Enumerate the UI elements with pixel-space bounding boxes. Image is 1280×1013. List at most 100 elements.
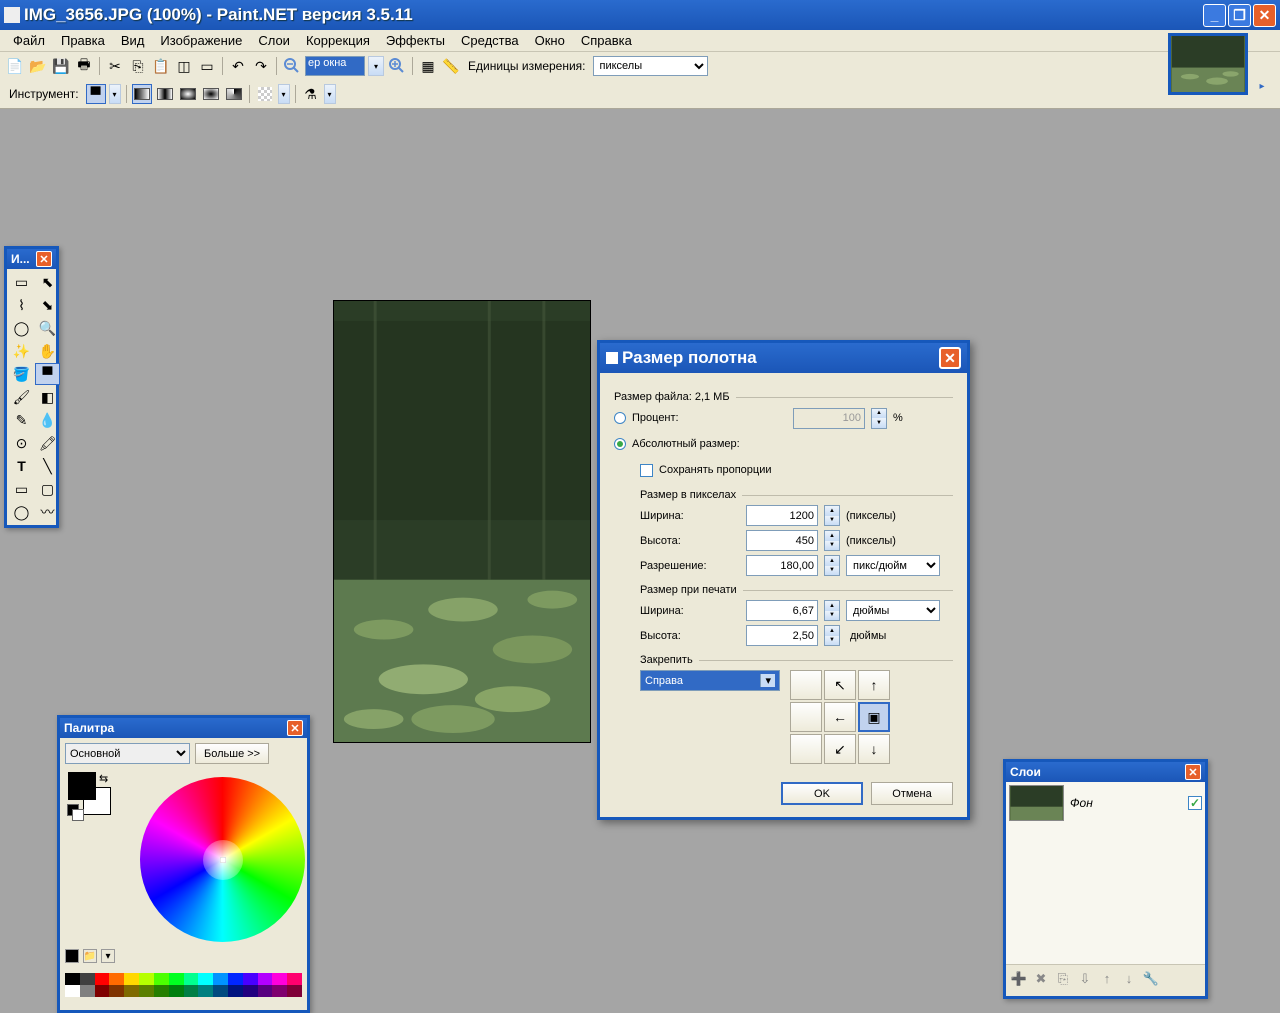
anchor-c[interactable]: ←	[824, 702, 856, 732]
preview-thumbnail[interactable]	[1168, 33, 1248, 95]
height-print-input[interactable]	[746, 625, 818, 646]
add-layer-icon[interactable]: ➕	[1010, 970, 1028, 988]
gradient-radial-icon[interactable]	[201, 84, 221, 104]
palette-color[interactable]	[124, 985, 139, 997]
copy-icon[interactable]: ⎘	[128, 56, 148, 76]
height-px-spinner[interactable]: ▲▼	[824, 530, 840, 551]
tool-gradient[interactable]: ▀	[35, 363, 60, 385]
zoom-combo[interactable]: ер окна	[305, 56, 365, 76]
menu-help[interactable]: Справка	[573, 31, 640, 50]
layer-visible-checkbox[interactable]: ✓	[1188, 796, 1202, 810]
layer-row[interactable]: Фон ✓	[1006, 782, 1205, 824]
tool-move-selected[interactable]: ⬉	[35, 271, 60, 293]
width-px-spinner[interactable]: ▲▼	[824, 505, 840, 526]
anchor-s[interactable]: ↙	[824, 734, 856, 764]
anchor-sw[interactable]	[790, 734, 822, 764]
tool-eraser[interactable]: ◧	[35, 386, 60, 408]
zoom-in-icon[interactable]	[387, 56, 407, 76]
window-maximize-button[interactable]: ❐	[1228, 4, 1251, 27]
palette-color[interactable]	[213, 973, 228, 985]
add-palette-color-icon[interactable]	[65, 949, 79, 963]
palette-color[interactable]	[65, 985, 80, 997]
palette-color[interactable]	[95, 985, 110, 997]
zoom-out-icon[interactable]	[282, 56, 302, 76]
percent-radio[interactable]	[614, 412, 626, 424]
palette-color[interactable]	[80, 973, 95, 985]
print-icon[interactable]: 🖶	[74, 56, 94, 76]
anchor-nw[interactable]	[790, 670, 822, 700]
tool-paint-bucket[interactable]: 🪣	[9, 363, 34, 385]
window-minimize-button[interactable]: _	[1203, 4, 1226, 27]
gradient-alpha-dropdown[interactable]: ▾	[278, 84, 290, 104]
manage-palette-icon[interactable]: 📁	[83, 949, 97, 963]
resolution-unit-select[interactable]: пикс/дюйм	[846, 555, 940, 576]
palette-color[interactable]	[258, 973, 273, 985]
width-print-unit-select[interactable]: дюймы	[846, 600, 940, 621]
anchor-n[interactable]: ↖	[824, 670, 856, 700]
palette-color[interactable]	[272, 973, 287, 985]
crop-icon[interactable]: ◫	[174, 56, 194, 76]
open-icon[interactable]: 📂	[28, 56, 48, 76]
palette-color[interactable]	[124, 973, 139, 985]
tool-pan[interactable]: ✋	[35, 340, 60, 362]
menu-effects[interactable]: Эффекты	[378, 31, 453, 50]
keep-ratio-checkbox[interactable]	[640, 464, 653, 477]
window-close-button[interactable]: ✕	[1253, 4, 1276, 27]
units-select[interactable]: пикселы	[593, 56, 708, 76]
palette-color[interactable]	[95, 973, 110, 985]
palette-color[interactable]	[287, 973, 302, 985]
palette-color[interactable]	[258, 985, 273, 997]
blend-mode-icon[interactable]: ⚗	[301, 84, 321, 104]
palette-color[interactable]	[198, 985, 213, 997]
primary-color-swatch[interactable]	[68, 772, 96, 800]
tool-paintbrush[interactable]: 🖌	[9, 386, 34, 408]
palette-color[interactable]	[184, 985, 199, 997]
width-print-spinner[interactable]: ▲▼	[824, 600, 840, 621]
cancel-button[interactable]: Отмена	[871, 782, 953, 805]
menu-layers[interactable]: Слои	[250, 31, 298, 50]
palette-color[interactable]	[228, 985, 243, 997]
palette-color[interactable]	[109, 985, 124, 997]
menu-tools[interactable]: Средства	[453, 31, 527, 50]
move-up-icon[interactable]: ↑	[1098, 970, 1116, 988]
paste-icon[interactable]: 📋	[151, 56, 171, 76]
anchor-e[interactable]: ▣	[858, 702, 890, 732]
menu-file[interactable]: Файл	[5, 31, 53, 50]
dialog-close-button[interactable]: ✕	[939, 347, 961, 369]
tool-recolor[interactable]: 🖍	[35, 432, 60, 454]
colors-panel-close-button[interactable]: ✕	[287, 720, 303, 736]
height-print-spinner[interactable]: ▲▼	[824, 625, 840, 646]
tool-clone-stamp[interactable]: ⊙	[9, 432, 34, 454]
palette-color[interactable]	[154, 985, 169, 997]
palette-color[interactable]	[169, 973, 184, 985]
cut-icon[interactable]: ✂	[105, 56, 125, 76]
palette-menu-icon[interactable]: ▾	[101, 949, 115, 963]
palette-color[interactable]	[154, 973, 169, 985]
resolution-spinner[interactable]: ▲▼	[824, 555, 840, 576]
menu-window[interactable]: Окно	[527, 31, 573, 50]
grid-icon[interactable]: ▦	[418, 56, 438, 76]
palette-color[interactable]	[169, 985, 184, 997]
redo-icon[interactable]: ↷	[251, 56, 271, 76]
tools-panel-close-button[interactable]: ✕	[36, 251, 52, 267]
tool-zoom[interactable]: 🔍	[35, 317, 60, 339]
gradient-linear-icon[interactable]	[132, 84, 152, 104]
layer-properties-icon[interactable]: 🔧	[1142, 970, 1160, 988]
palette-color[interactable]	[213, 985, 228, 997]
primary-color-select[interactable]: Основной	[65, 743, 190, 764]
gradient-conical-icon[interactable]	[224, 84, 244, 104]
delete-layer-icon[interactable]: ✖	[1032, 970, 1050, 988]
palette-color[interactable]	[243, 985, 258, 997]
palette-color[interactable]	[272, 985, 287, 997]
layers-panel-close-button[interactable]: ✕	[1185, 764, 1201, 780]
menu-view[interactable]: Вид	[113, 31, 153, 50]
gradient-diamond-icon[interactable]	[178, 84, 198, 104]
more-button[interactable]: Больше >>	[195, 743, 269, 764]
deselect-icon[interactable]: ▭	[197, 56, 217, 76]
instrument-dropdown[interactable]: ▾	[109, 84, 121, 104]
menu-image[interactable]: Изображение	[152, 31, 250, 50]
move-down-icon[interactable]: ↓	[1120, 970, 1138, 988]
blend-mode-dropdown[interactable]: ▾	[324, 84, 336, 104]
zoom-combo-arrow[interactable]: ▾	[368, 56, 384, 76]
palette-color[interactable]	[109, 973, 124, 985]
